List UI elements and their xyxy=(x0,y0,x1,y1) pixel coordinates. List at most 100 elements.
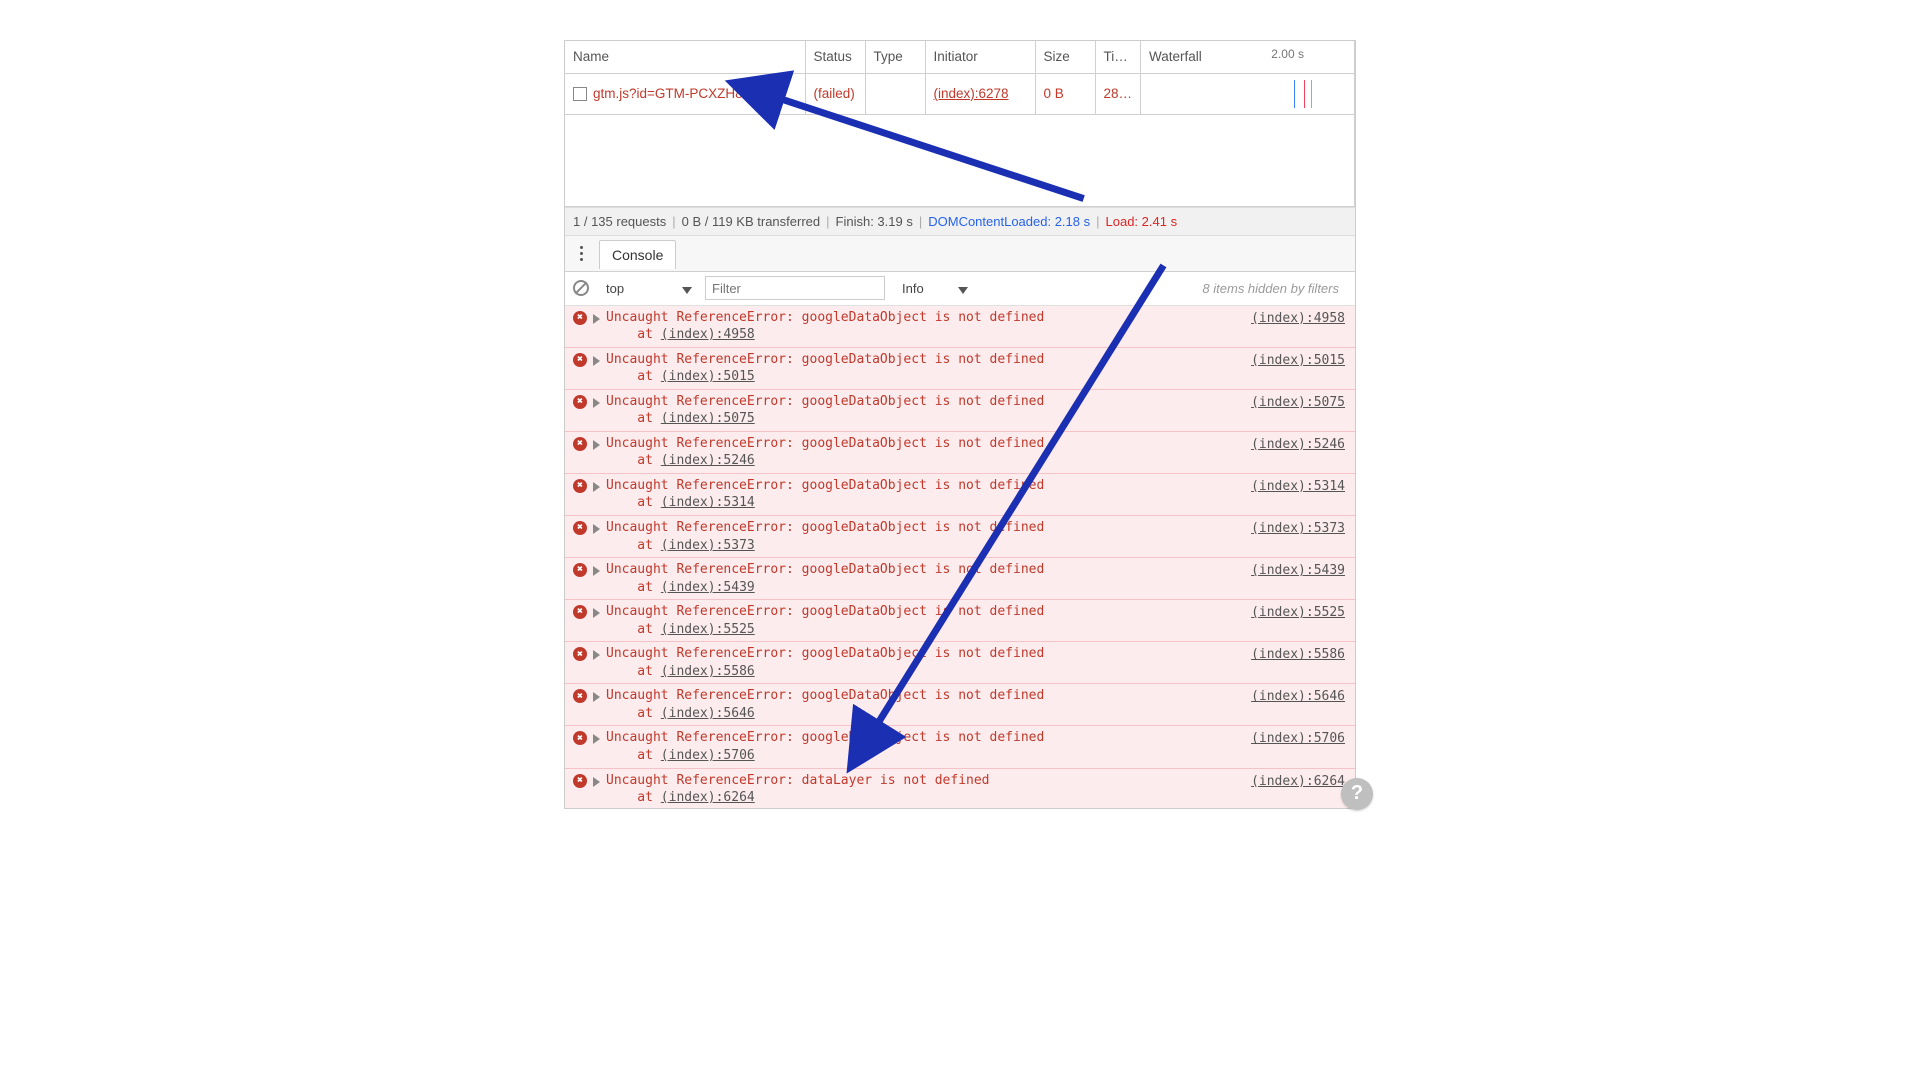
expand-icon[interactable] xyxy=(593,314,600,324)
request-size: 0 B xyxy=(1035,73,1095,114)
source-link[interactable]: (index):5525 xyxy=(1251,603,1345,622)
chevron-down-icon xyxy=(682,287,692,294)
tab-console[interactable]: Console xyxy=(599,240,676,269)
source-link[interactable]: (index):5439 xyxy=(661,580,755,595)
console-error-entry[interactable]: ✖Uncaught ReferenceError: googleDataObje… xyxy=(565,683,1355,725)
console-error-entry[interactable]: ✖Uncaught ReferenceError: googleDataObje… xyxy=(565,515,1355,557)
source-link[interactable]: (index):5075 xyxy=(1251,393,1345,412)
source-link[interactable]: (index):5646 xyxy=(661,706,755,721)
waterfall-finish-marker xyxy=(1311,80,1312,108)
console-error-entry[interactable]: ✖Uncaught ReferenceError: googleDataObje… xyxy=(565,389,1355,431)
col-waterfall-label: Waterfall xyxy=(1149,49,1202,64)
expand-icon[interactable] xyxy=(593,608,600,618)
network-table: Name Status Type Initiator Size Ti… Wate… xyxy=(565,41,1355,207)
error-icon: ✖ xyxy=(573,731,587,745)
col-status[interactable]: Status xyxy=(805,41,865,73)
source-link[interactable]: (index):5706 xyxy=(1251,729,1345,748)
col-name[interactable]: Name xyxy=(565,41,805,73)
console-hidden-count[interactable]: 8 items hidden by filters xyxy=(1202,281,1347,296)
request-type xyxy=(865,73,925,114)
status-dcl: DOMContentLoaded: 2.18 s xyxy=(928,214,1090,229)
console-error-entry[interactable]: ✖ Uncaught ReferenceError: dataLayer is n… xyxy=(565,768,1355,808)
console-error-entry[interactable]: ✖Uncaught ReferenceError: googleDataObje… xyxy=(565,725,1355,767)
expand-icon[interactable] xyxy=(593,482,600,492)
console-context-value: top xyxy=(606,281,624,296)
error-icon: ✖ xyxy=(573,774,587,788)
error-icon: ✖ xyxy=(573,521,587,535)
console-message-text: Uncaught ReferenceError: googleDataObjec… xyxy=(606,561,1243,596)
console-message-text: Uncaught ReferenceError: dataLayer is no… xyxy=(606,772,1243,807)
console-level-select[interactable]: Info xyxy=(893,278,973,299)
expand-icon[interactable] xyxy=(593,566,600,576)
source-link[interactable]: (index):5246 xyxy=(661,453,755,468)
waterfall-dcl-marker xyxy=(1294,80,1295,108)
expand-icon[interactable] xyxy=(593,650,600,660)
request-time: 28… xyxy=(1095,73,1141,114)
source-link[interactable]: (index):5586 xyxy=(661,664,755,679)
expand-icon[interactable] xyxy=(593,356,600,366)
console-error-entry[interactable]: ✖Uncaught ReferenceError: googleDataObje… xyxy=(565,599,1355,641)
console-error-entry[interactable]: ✖ Uncaught ReferenceError: googleDataObje… xyxy=(565,306,1355,347)
console-error-entry[interactable]: ✖Uncaught ReferenceError: googleDataObje… xyxy=(565,557,1355,599)
waterfall-cell xyxy=(1149,80,1346,108)
error-icon: ✖ xyxy=(573,689,587,703)
help-icon[interactable]: ? xyxy=(1341,778,1373,810)
source-link[interactable]: (index):5373 xyxy=(1251,519,1345,538)
source-link[interactable]: (index):5314 xyxy=(1251,477,1345,496)
col-type[interactable]: Type xyxy=(865,41,925,73)
expand-icon[interactable] xyxy=(593,398,600,408)
expand-icon[interactable] xyxy=(593,524,600,534)
error-icon: ✖ xyxy=(573,437,587,451)
source-link[interactable]: (index):5646 xyxy=(1251,687,1345,706)
source-link[interactable]: (index):5706 xyxy=(661,748,755,763)
expand-icon[interactable] xyxy=(593,734,600,744)
request-name: gtm.js?id=GTM-PCXZH8 xyxy=(593,86,743,101)
status-transferred: 0 B / 119 KB transferred xyxy=(682,214,821,229)
request-checkbox-icon[interactable] xyxy=(573,87,587,101)
error-icon: ✖ xyxy=(573,353,587,367)
network-empty-area xyxy=(565,114,1355,206)
col-time[interactable]: Ti… xyxy=(1095,41,1141,73)
console-error-entry[interactable]: ✖Uncaught ReferenceError: googleDataObje… xyxy=(565,473,1355,515)
console-error-entry[interactable]: ✖Uncaught ReferenceError: googleDataObje… xyxy=(565,641,1355,683)
col-initiator[interactable]: Initiator xyxy=(925,41,1035,73)
drawer-menu-icon[interactable] xyxy=(571,246,591,261)
source-link[interactable]: (index):5314 xyxy=(661,495,755,510)
console-message-text: Uncaught ReferenceError: googleDataObjec… xyxy=(606,309,1243,344)
console-message-text: Uncaught ReferenceError: googleDataObjec… xyxy=(606,351,1243,386)
network-status-bar: 1 / 135 requests | 0 B / 119 KB transfer… xyxy=(565,207,1355,235)
col-waterfall[interactable]: Waterfall 2.00 s xyxy=(1141,41,1355,73)
console-drawer: Console top Info 8 items hidden by filte… xyxy=(565,235,1355,808)
console-message-text: Uncaught ReferenceError: googleDataObjec… xyxy=(606,477,1243,512)
request-initiator-link[interactable]: (index):6278 xyxy=(934,86,1009,101)
network-request-row[interactable]: gtm.js?id=GTM-PCXZH8 (failed) (index):62… xyxy=(565,73,1355,114)
console-error-entry[interactable]: ✖ Uncaught ReferenceError: googleDataObje… xyxy=(565,347,1355,389)
source-link[interactable]: (index):5075 xyxy=(661,411,755,426)
source-link[interactable]: (index):5015 xyxy=(661,369,755,384)
chevron-down-icon xyxy=(958,287,968,294)
source-link[interactable]: (index):5246 xyxy=(1251,435,1345,454)
request-status: (failed) xyxy=(805,73,865,114)
console-context-select[interactable]: top xyxy=(597,278,697,299)
source-link[interactable]: (index):6264 xyxy=(1251,772,1345,791)
expand-icon[interactable] xyxy=(593,777,600,787)
expand-icon[interactable] xyxy=(593,440,600,450)
source-link[interactable]: (index):5015 xyxy=(1251,351,1345,370)
console-filter-input[interactable] xyxy=(705,276,885,300)
source-link[interactable]: (index):5439 xyxy=(1251,561,1345,580)
devtools-panel: Name Status Type Initiator Size Ti… Wate… xyxy=(564,40,1356,809)
console-error-entry[interactable]: ✖ Uncaught ReferenceError: googleDataObje… xyxy=(565,431,1355,473)
source-link[interactable]: (index):4958 xyxy=(1251,309,1345,328)
waterfall-load-marker xyxy=(1304,80,1305,108)
source-link[interactable]: (index):5525 xyxy=(661,622,755,637)
error-icon: ✖ xyxy=(573,605,587,619)
console-message-text: Uncaught ReferenceError: googleDataObjec… xyxy=(606,435,1243,470)
source-link[interactable]: (index):4958 xyxy=(661,327,755,342)
source-link[interactable]: (index):6264 xyxy=(661,790,755,805)
col-size[interactable]: Size xyxy=(1035,41,1095,73)
expand-icon[interactable] xyxy=(593,692,600,702)
source-link[interactable]: (index):5586 xyxy=(1251,645,1345,664)
clear-console-icon[interactable] xyxy=(573,280,589,296)
source-link[interactable]: (index):5373 xyxy=(661,538,755,553)
error-icon: ✖ xyxy=(573,311,587,325)
